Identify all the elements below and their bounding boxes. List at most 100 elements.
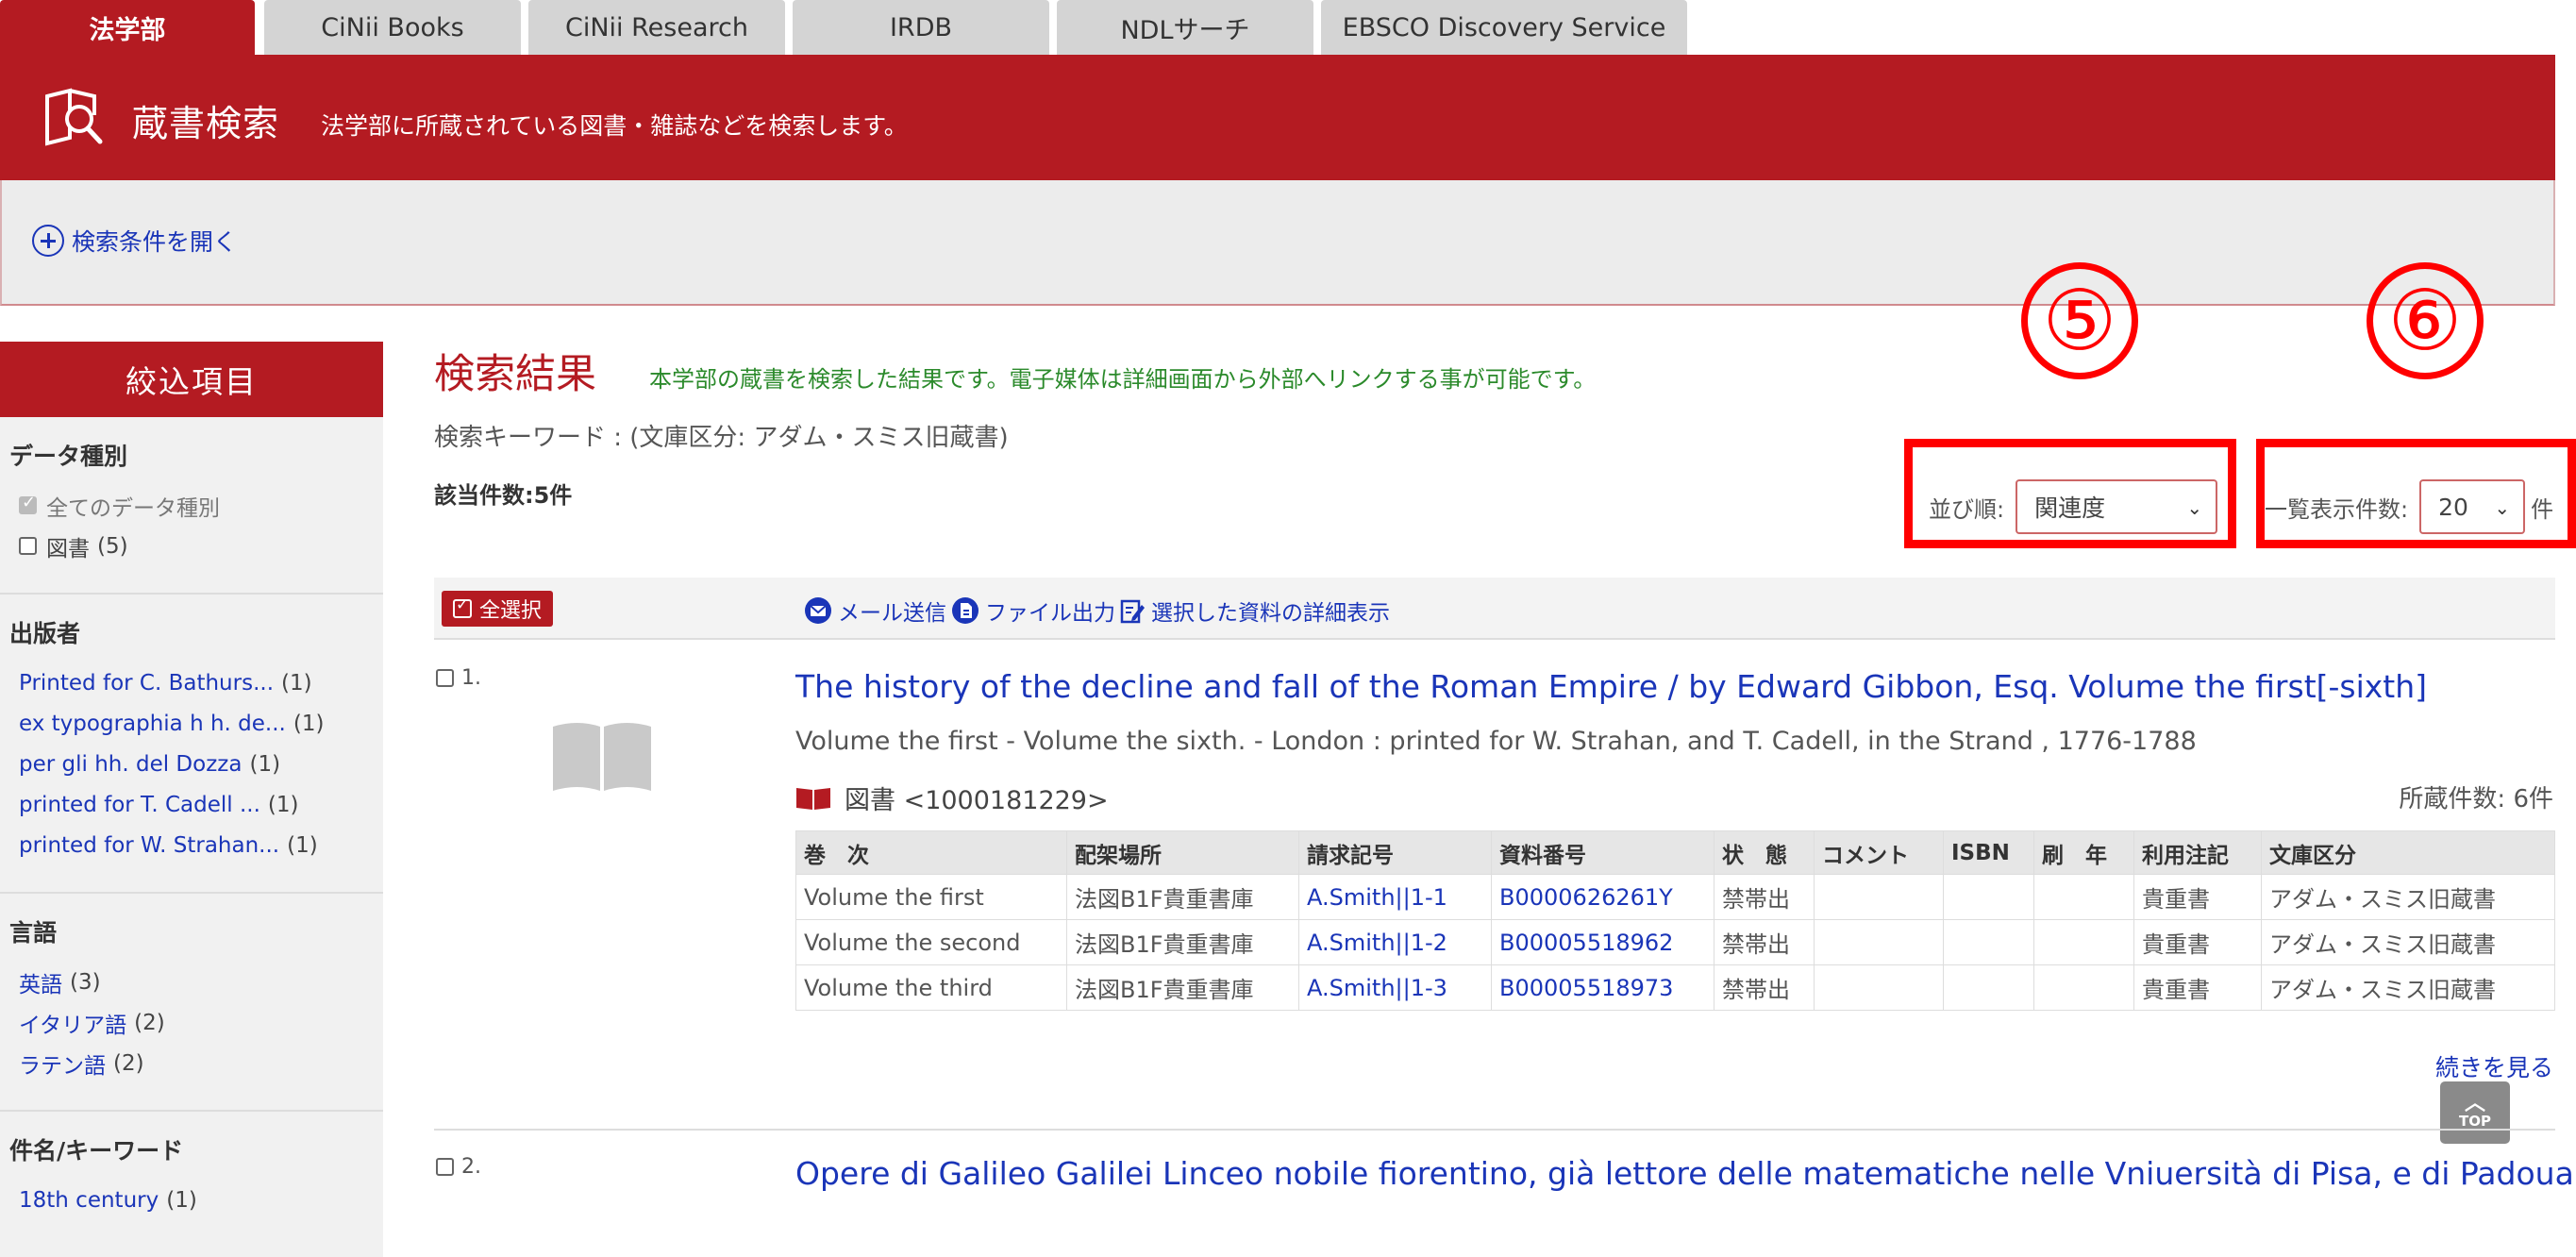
back-to-top-button[interactable]: ︿ TOP: [2440, 1081, 2510, 1144]
table-cell: 禁帯出: [1714, 964, 1815, 1011]
search-header: 蔵書検索 法学部に所蔵されている図書・雑誌などを検索します。: [0, 55, 2555, 180]
page-title: 蔵書検索: [132, 103, 280, 144]
filter-option[interactable]: per gli hh. del Dozza (1): [0, 744, 383, 784]
select-all-label: 全選択: [479, 599, 543, 623]
table-cell: アダム・スミス旧蔵書: [2261, 919, 2555, 965]
call-number-link[interactable]: A.Smith||1-3: [1298, 964, 1492, 1011]
item-title-link[interactable]: The history of the decline and fall of t…: [795, 668, 2427, 705]
column-header: 資料番号: [1491, 830, 1715, 875]
column-header: 配架場所: [1066, 830, 1299, 875]
table-cell: アダム・スミス旧蔵書: [2261, 964, 2555, 1011]
filter-option-label: 図書: [46, 536, 90, 561]
filter-link[interactable]: printed for T. Cadell ...: [19, 793, 260, 817]
column-header: 状 態: [1714, 830, 1815, 875]
chevron-up-icon: ︿: [2464, 1092, 2485, 1115]
mail-icon: [805, 597, 831, 624]
tab-cinii-research[interactable]: CiNii Research: [528, 0, 785, 55]
filter-option[interactable]: 図書 (5): [0, 526, 383, 566]
table-row: Volume the third 法図B1F貴重書庫 A.Smith||1-3 …: [795, 964, 2555, 1011]
book-placeholder-icon: [553, 723, 651, 791]
item-id-link[interactable]: B00005518962: [1491, 919, 1715, 965]
filter-link[interactable]: ラテン語: [19, 1048, 106, 1080]
filter-option[interactable]: ex typographia h h. de... (1): [0, 703, 383, 744]
column-header: 利用注記: [2133, 830, 2262, 875]
filter-data-type: データ種別 全てのデータ種別 図書 (5): [0, 417, 383, 595]
checkbox[interactable]: [436, 1158, 454, 1176]
tab-law-faculty[interactable]: 法学部: [0, 0, 255, 55]
checkbox[interactable]: [436, 669, 454, 687]
checkbox[interactable]: [19, 493, 37, 514]
select-all-button[interactable]: 全選択: [442, 591, 554, 627]
call-number-link[interactable]: A.Smith||1-2: [1298, 919, 1492, 965]
page-description: 法学部に所蔵されている図書・雑誌などを検索します。: [321, 112, 908, 140]
database-tabs: 法学部 CiNii Books CiNii Research IRDB NDLサ…: [0, 0, 2576, 55]
filter-link[interactable]: printed for W. Strahan...: [19, 833, 279, 858]
tab-cinii-books[interactable]: CiNii Books: [264, 0, 521, 55]
checkbox-icon: [453, 595, 472, 618]
checkbox[interactable]: [19, 537, 37, 555]
filter-option-count: (2): [113, 1050, 144, 1076]
book-icon: [796, 787, 830, 810]
filter-option[interactable]: 18th century (1): [0, 1180, 383, 1220]
filter-option-label: 全てのデータ種別: [46, 495, 220, 521]
call-number-link[interactable]: A.Smith||1-1: [1298, 874, 1492, 920]
table-cell: [2033, 874, 2134, 920]
filter-link[interactable]: 18th century: [19, 1188, 159, 1213]
table-cell: [1814, 964, 1944, 1011]
tab-ebsco[interactable]: EBSCO Discovery Service: [1321, 0, 1687, 55]
tab-ndl-search[interactable]: NDLサーチ: [1057, 0, 1313, 55]
annotation-marker-5: ⑤: [2021, 262, 2138, 379]
column-header: 刷 年: [2033, 830, 2134, 875]
item-divider: [434, 1129, 2555, 1131]
filter-option-count: (1): [166, 1187, 197, 1213]
filter-option[interactable]: 全てのデータ種別: [0, 485, 383, 526]
item-id-link[interactable]: B00005518973: [1491, 964, 1715, 1011]
filter-section-title: データ種別: [9, 443, 128, 470]
filter-link[interactable]: per gli hh. del Dozza: [19, 752, 242, 777]
annotation-box-per-page: [2256, 439, 2576, 548]
filter-option[interactable]: Printed for C. Bathurs... (1): [0, 662, 383, 703]
item-number: 2.: [461, 1155, 481, 1179]
filter-section-title: 件名/キーワード: [9, 1137, 184, 1165]
holdings-table: 巻 次 配架場所 請求記号 資料番号 状 態 コメント ISBN 刷 年 利用注…: [795, 830, 2555, 1011]
item-select[interactable]: 2.: [436, 1155, 481, 1179]
filter-option[interactable]: printed for T. Cadell ... (1): [0, 784, 383, 825]
item-number: 1.: [461, 666, 481, 690]
file-export-button[interactable]: ファイル出力: [951, 595, 1115, 627]
show-more-link[interactable]: 続きを見る: [2435, 1049, 2553, 1083]
mail-send-button[interactable]: メール送信: [804, 595, 946, 627]
filter-option[interactable]: ラテン語 (2): [0, 1043, 383, 1083]
table-cell: 貴重書: [2133, 919, 2262, 965]
filter-option-count: (5): [97, 533, 128, 559]
open-conditions-link[interactable]: 検索条件を開く: [32, 224, 237, 258]
plus-circle-icon: [32, 225, 64, 257]
table-cell: [1943, 964, 2034, 1011]
filter-publisher: 出版者 Printed for C. Bathurs... (1) ex typo…: [0, 595, 383, 894]
results-toolbar: 全選択 メール送信 ファイル出力 選択した資料の詳細表示: [434, 578, 2555, 640]
annotation-marker-6: ⑥: [2367, 262, 2484, 379]
table-cell: 法図B1F貴重書庫: [1066, 874, 1299, 920]
filter-option-count: (1): [249, 751, 281, 777]
filter-link[interactable]: Printed for C. Bathurs...: [19, 671, 274, 696]
item-type: 図書 <1000181229>: [795, 779, 1109, 816]
filter-link[interactable]: ex typographia h h. de...: [19, 712, 286, 736]
show-selected-label: 選択した資料の詳細表示: [1151, 601, 1390, 626]
filter-option[interactable]: 英語 (3): [0, 962, 383, 1002]
filter-option-count: (1): [267, 792, 299, 817]
filter-section-title: 出版者: [9, 620, 81, 647]
filter-link[interactable]: 英語: [19, 966, 62, 998]
item-select[interactable]: 1.: [436, 666, 481, 690]
filter-option-count: (1): [293, 711, 325, 736]
show-selected-button[interactable]: 選択した資料の詳細表示: [1117, 595, 1390, 627]
back-to-top-label: TOP: [2459, 1113, 2491, 1130]
filter-link[interactable]: イタリア語: [19, 1007, 126, 1039]
item-title-link[interactable]: Opere di Galileo Galilei Linceo nobile f…: [795, 1155, 2576, 1192]
file-export-label: ファイル出力: [985, 601, 1115, 626]
filter-option[interactable]: printed for W. Strahan... (1): [0, 825, 383, 865]
filter-language: 言語 英語 (3) イタリア語 (2) ラテン語 (2): [0, 894, 383, 1112]
table-cell: [2033, 964, 2134, 1011]
tab-irdb[interactable]: IRDB: [793, 0, 1049, 55]
file-icon: [952, 597, 979, 624]
item-id-link[interactable]: B0000626261Y: [1491, 874, 1715, 920]
filter-option[interactable]: イタリア語 (2): [0, 1002, 383, 1043]
